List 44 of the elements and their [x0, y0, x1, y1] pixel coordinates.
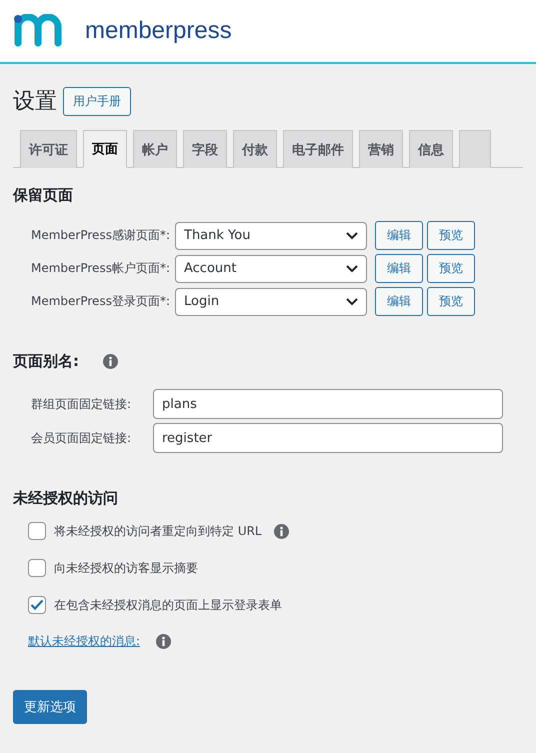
option-label: 将未经授权的访问者重定向到特定 URL [54, 522, 262, 540]
info-icon[interactable] [156, 634, 172, 649]
field-label: MemberPress登录页面*: [31, 293, 171, 310]
chevron-icon [346, 264, 358, 272]
edit-button[interactable]: 编辑 [375, 287, 423, 316]
preview-button[interactable]: 预览 [427, 254, 475, 283]
chevron-icon [346, 298, 358, 306]
info-icon[interactable] [103, 354, 118, 369]
field-label: 会员页面固定链接: [31, 430, 132, 446]
edit-button[interactable]: 编辑 [375, 254, 423, 283]
checkbox[interactable] [28, 522, 46, 540]
section-heading: 保留页面 [13, 186, 74, 205]
tab[interactable]: 许可证 [20, 130, 77, 168]
checkbox[interactable] [28, 596, 46, 614]
info-icon[interactable] [274, 524, 289, 538]
message-link[interactable]: 默认未经授权的消息: [28, 633, 140, 650]
tab[interactable]: 付款 [233, 130, 277, 168]
tab[interactable]: 页面 [83, 130, 127, 168]
edit-button[interactable]: 编辑 [375, 221, 423, 250]
tab[interactable]: 营销 [359, 130, 403, 168]
manual-button[interactable]: 用户手册 [63, 86, 131, 116]
chevron-icon [346, 232, 358, 240]
page-title: 设置 [13, 88, 57, 116]
field-label: MemberPress感谢页面*: [31, 227, 171, 244]
option-label: 在包含未经授权消息的页面上显示登录表单 [54, 596, 282, 614]
option-label: 向未经授权的访客显示摘要 [54, 560, 198, 576]
brand-name: memberpress [85, 17, 232, 45]
tab[interactable]: 帐户 [133, 130, 177, 168]
page-select[interactable]: Thank You [175, 222, 367, 250]
preview-button[interactable]: 预览 [427, 221, 475, 250]
tab[interactable]: 信息 [409, 130, 453, 168]
page-select[interactable]: Login [175, 288, 367, 316]
page-select[interactable]: Account [175, 254, 367, 282]
permalink-field[interactable]: register [153, 423, 503, 453]
preview-button[interactable]: 预览 [427, 287, 475, 316]
field-label: 群组页面固定链接: [31, 396, 132, 412]
section-heading: 未经授权的访问 [13, 489, 119, 508]
tab[interactable]: 电子邮件 [283, 130, 353, 168]
checkbox[interactable] [28, 559, 46, 577]
tab[interactable]: 字段 [183, 130, 227, 168]
update-button[interactable]: 更新选项 [13, 690, 87, 724]
field-label: MemberPress帐户页面*: [31, 260, 171, 277]
permalink-field[interactable]: plans [153, 389, 503, 419]
section-heading: 页面别名: [13, 352, 79, 371]
